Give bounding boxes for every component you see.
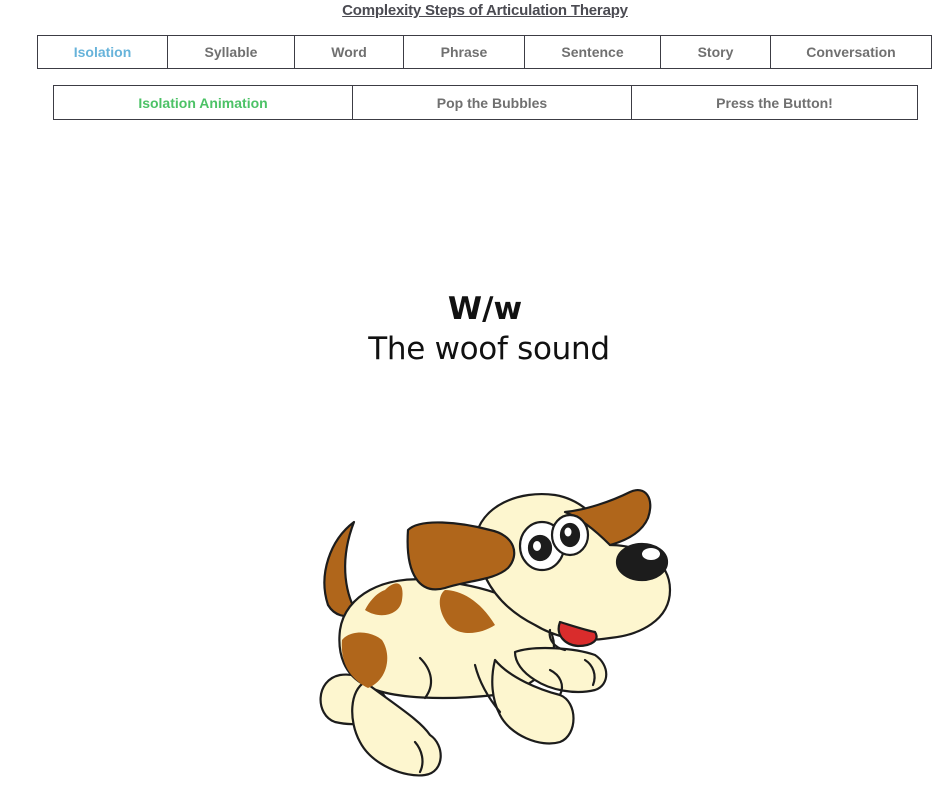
tab-isolation[interactable]: Isolation bbox=[37, 35, 168, 69]
tab-sentence[interactable]: Sentence bbox=[524, 35, 661, 69]
tab-story[interactable]: Story bbox=[660, 35, 771, 69]
complexity-steps-tabs: Isolation Syllable Word Phrase Sentence … bbox=[37, 35, 932, 69]
activity-tabs: Isolation Animation Pop the Bubbles Pres… bbox=[53, 85, 918, 120]
subtab-press-the-button[interactable]: Press the Button! bbox=[631, 85, 918, 120]
sound-letter: W/w bbox=[447, 291, 523, 327]
tab-phrase[interactable]: Phrase bbox=[403, 35, 525, 69]
sound-description: The woof sound bbox=[368, 331, 610, 367]
tab-word[interactable]: Word bbox=[294, 35, 404, 69]
subtab-pop-the-bubbles[interactable]: Pop the Bubbles bbox=[352, 85, 632, 120]
tab-conversation[interactable]: Conversation bbox=[770, 35, 932, 69]
subtab-isolation-animation[interactable]: Isolation Animation bbox=[53, 85, 353, 120]
dog-tail bbox=[323, 520, 358, 618]
page-title: Complexity Steps of Articulation Therapy bbox=[342, 2, 628, 19]
tab-syllable[interactable]: Syllable bbox=[167, 35, 295, 69]
dog-nose bbox=[615, 542, 669, 582]
dog-illustration bbox=[319, 489, 672, 777]
